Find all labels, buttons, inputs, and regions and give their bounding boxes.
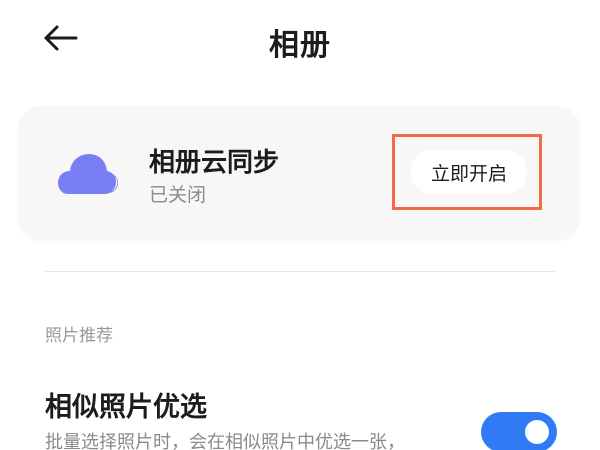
cloud-sync-status: 已关闭 xyxy=(149,184,207,206)
similar-photos-toggle[interactable] xyxy=(481,412,557,450)
toggle-knob xyxy=(525,420,549,444)
highlight-box: 立即开启 xyxy=(392,134,542,210)
enable-now-button[interactable]: 立即开启 xyxy=(411,150,527,194)
similar-photos-description: 批量选择照片时，会在相似照片中优选一张， xyxy=(45,432,405,450)
cloud-sync-title: 相册云同步 xyxy=(149,148,280,178)
cloud-icon xyxy=(58,154,118,194)
similar-photos-title: 相似照片优选 xyxy=(45,392,207,423)
album-settings-screen: 相册 相册云同步 已关闭 立即开启 照片推荐 相似照片优选 批量选择照片时，会在… xyxy=(0,0,600,450)
divider xyxy=(45,271,555,272)
cloud-sync-card: 相册云同步 已关闭 立即开启 xyxy=(18,106,580,240)
section-label-photo-recommendation: 照片推荐 xyxy=(45,326,113,346)
page-title: 相册 xyxy=(269,28,331,63)
